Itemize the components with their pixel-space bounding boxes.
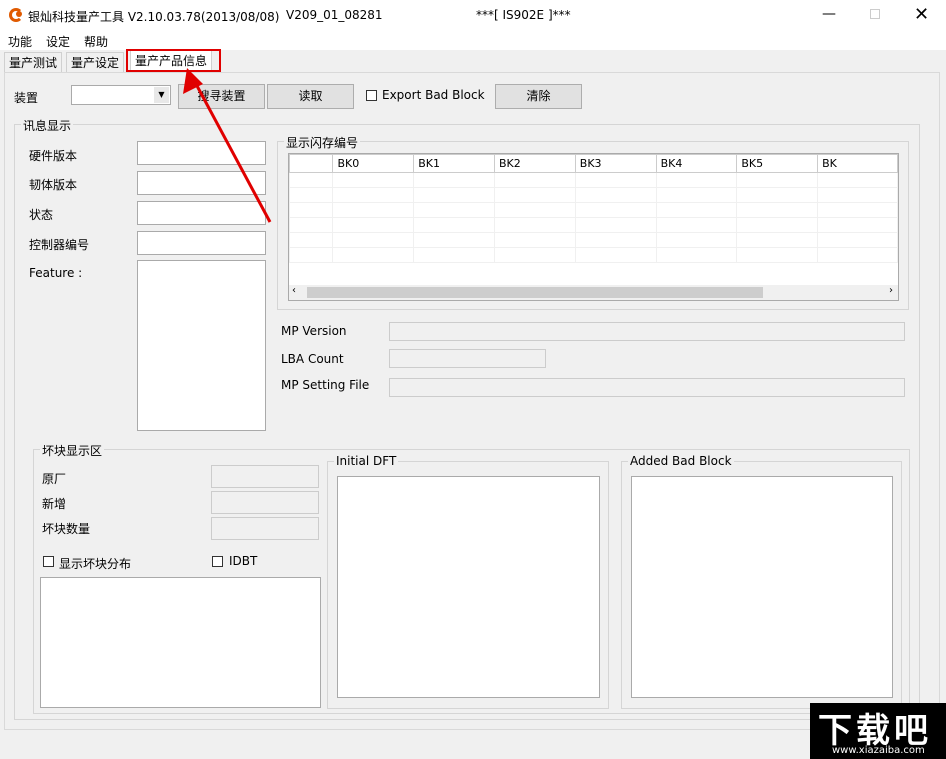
annotation-arrow bbox=[183, 68, 272, 223]
watermark-url: www.xiazaiba.com bbox=[832, 745, 925, 756]
watermark-logo: 下载吧 www.xiazaiba.com bbox=[810, 703, 946, 759]
